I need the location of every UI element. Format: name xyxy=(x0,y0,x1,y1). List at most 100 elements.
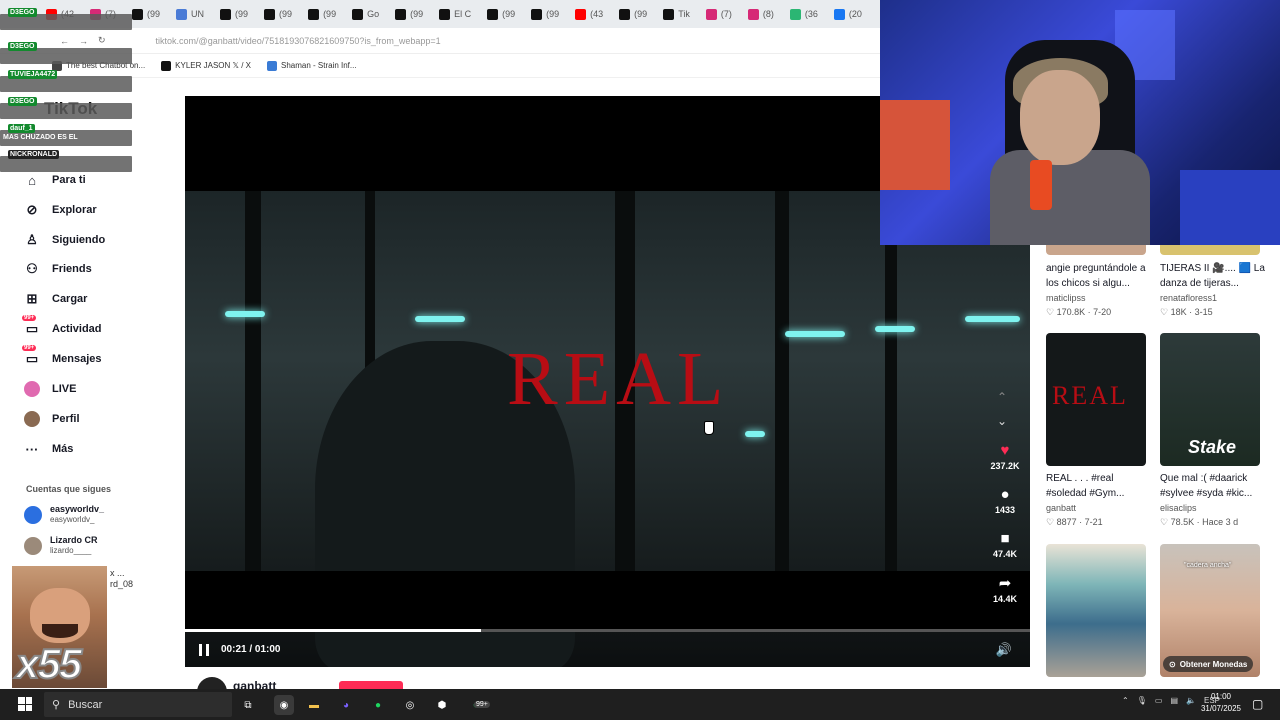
reload-icon[interactable]: ↻ xyxy=(98,35,106,46)
browser-tab[interactable]: (99 xyxy=(258,4,298,24)
chat-text: MAS CHUZADO ES EL xyxy=(3,134,78,141)
chevron-down-icon[interactable]: ⌄ xyxy=(997,414,1007,428)
sidebar-item-más[interactable]: ··· Más xyxy=(24,439,174,459)
following-icon: ♙ xyxy=(26,232,38,247)
sidebar-item-siguiendo[interactable]: ♙ Siguiendo xyxy=(24,230,174,250)
tab-favicon-icon xyxy=(531,8,543,20)
browser-tab[interactable]: (99 xyxy=(302,4,342,24)
browser-tab[interactable]: (7) xyxy=(700,4,738,24)
chevron-up-icon[interactable]: ⌃ xyxy=(1122,696,1129,705)
truncated-line: rd_08 xyxy=(110,579,134,589)
shield-icon[interactable]: ⬢ xyxy=(432,695,452,715)
rec-author[interactable]: maticlipss xyxy=(1046,293,1086,303)
clock-time: 01:00 xyxy=(1210,692,1232,701)
tab-favicon-icon xyxy=(747,8,759,20)
taskbar-search[interactable]: ⚲ Buscar xyxy=(44,692,232,717)
action-count: 14.4K xyxy=(992,594,1018,604)
browser-tab[interactable]: Go xyxy=(346,4,385,24)
url-text[interactable]: tiktok.com/@ganbatt/video/75181930768216… xyxy=(156,36,441,46)
task-view-icon[interactable]: ⧉ xyxy=(238,695,258,715)
forward-icon[interactable]: → xyxy=(79,36,88,46)
tab-favicon-icon xyxy=(487,8,499,20)
account-name: Lizardo CR xyxy=(50,535,98,545)
browser-tab[interactable]: Tik xyxy=(657,4,696,24)
bookmark-label: Shaman - Strain Inf... xyxy=(280,61,357,70)
address-bar[interactable]: ← → ↻ tiktok.com/@ganbatt/video/75181930… xyxy=(0,28,880,54)
truncated-following: x ... rd_08 xyxy=(110,568,133,590)
rec-title[interactable]: Que mal :( #daarick #sylvee #syda #kic..… xyxy=(1160,471,1270,501)
notification-icon[interactable]: ▢ xyxy=(1252,697,1263,711)
camera-icon[interactable]: ▭ xyxy=(1155,696,1163,705)
sidebar-item-live[interactable]: LIVE xyxy=(24,379,174,399)
rec-stats: ♡ 78.5K · Hace 3 d xyxy=(1160,517,1239,527)
taskbar-clock[interactable]: 01:00 31/07/2025 xyxy=(1196,691,1246,715)
rec-title[interactable]: REAL . . . #real #soledad #Gym... xyxy=(1046,471,1156,501)
truncated-line: x ... xyxy=(110,568,125,578)
rec-title[interactable]: angie preguntándole a los chicos si algu… xyxy=(1046,261,1156,291)
browser-tab[interactable]: (36 xyxy=(784,4,824,24)
browser-tab[interactable]: (8) xyxy=(742,4,780,24)
pause-icon[interactable] xyxy=(199,643,209,656)
rec-author[interactable]: elisaclips xyxy=(1160,503,1197,513)
browser-tab[interactable]: (20 xyxy=(828,4,868,24)
heart-button[interactable]: ♥ 237.2K xyxy=(985,442,1025,471)
followed-account[interactable]: easyworldv_ easyworldv_ xyxy=(24,504,104,525)
get-coins-button[interactable]: ⊙ Obtener Monedas xyxy=(1163,656,1254,672)
rec-title[interactable]: TIJERAS II 🎥.... 🟦 La danza de tijeras..… xyxy=(1160,261,1270,291)
chevron-up-icon[interactable]: ⌃ xyxy=(997,390,1007,404)
back-icon[interactable]: ← xyxy=(60,36,69,46)
browser-tab[interactable]: (99 xyxy=(481,4,521,24)
sidebar-item-explorar[interactable]: ⊘ Explorar xyxy=(24,200,174,220)
discord-icon[interactable]: ◕ xyxy=(336,695,356,715)
mic-icon[interactable]: 🎙 xyxy=(1137,696,1147,705)
network-icon[interactable]: ▤ xyxy=(1170,696,1178,705)
tab-favicon-icon xyxy=(439,8,451,20)
rec-thumbnail[interactable] xyxy=(1046,544,1146,677)
comment-button[interactable]: ● 1433 xyxy=(985,486,1025,515)
sidebar-item-cargar[interactable]: ⊞ Cargar xyxy=(24,289,174,309)
sidebar-item-perfil[interactable]: Perfil xyxy=(24,409,174,429)
account-name: easyworldv_ xyxy=(50,504,105,514)
bookmark-button[interactable]: ■ 47.4K xyxy=(985,530,1025,559)
browser-tab[interactable]: El C xyxy=(433,4,477,24)
file-explorer-icon[interactable]: ▬ xyxy=(304,695,324,715)
get-coins-label: Obtener Monedas xyxy=(1179,659,1248,669)
volume-icon[interactable]: 🔈 xyxy=(1186,696,1196,705)
obs-icon[interactable]: ◎ xyxy=(400,695,420,715)
streamer-webcam xyxy=(880,0,1280,245)
volume-icon[interactable]: 🔊 xyxy=(996,642,1012,658)
sidebar-item-label: Perfil xyxy=(52,413,80,425)
browser-tab[interactable]: (99 xyxy=(126,4,166,24)
browser-tab[interactable]: (99 xyxy=(214,4,254,24)
tab-label: (36 xyxy=(804,9,818,19)
tab-favicon-icon xyxy=(352,8,364,20)
action-count: 47.4K xyxy=(992,549,1018,559)
rec-stats: ♡ 18K · 3-15 xyxy=(1160,307,1213,317)
bookmark-item[interactable]: KYLER JASON 𝕏 / X xyxy=(161,60,251,71)
bookmark-item[interactable]: Shaman - Strain Inf... xyxy=(266,60,357,71)
browser-tab[interactable]: (99 xyxy=(389,4,429,24)
chrome-icon[interactable]: ◉ xyxy=(274,695,294,715)
browser-tab[interactable]: (43 xyxy=(569,4,609,24)
rec-author[interactable]: ganbatt xyxy=(1046,503,1076,513)
followed-account[interactable]: Lizardo CR lizardo____ xyxy=(24,535,98,556)
windows-start-icon[interactable] xyxy=(18,697,32,711)
tab-label: (99 xyxy=(147,9,161,19)
thumb-caption: "cadera ancha" xyxy=(1184,562,1232,569)
browser-tab[interactable]: (99 xyxy=(525,4,565,24)
spotify-icon[interactable]: ● xyxy=(368,695,388,715)
sidebar-item-mensajes[interactable]: 99+ ▭ Mensajes xyxy=(22,345,174,369)
video-time: 00:21 / 01:00 xyxy=(221,644,281,655)
browser-tab[interactable]: (99 xyxy=(613,4,653,24)
rec-author[interactable]: renatafloress1 xyxy=(1160,293,1217,303)
search-placeholder: Buscar xyxy=(68,698,103,711)
sidebar-item-para-ti[interactable]: ⌂ Para ti xyxy=(24,170,174,190)
rec-thumbnail[interactable]: Stake xyxy=(1160,333,1260,466)
sidebar-item-label: Actividad xyxy=(52,323,102,335)
share-button[interactable]: ➦ 14.4K xyxy=(985,574,1025,604)
browser-tab[interactable]: UN xyxy=(170,4,210,24)
sidebar-item-friends[interactable]: ⚇ Friends xyxy=(24,259,174,279)
rec-thumbnail[interactable]: REAL xyxy=(1046,333,1146,466)
tab-label: UN xyxy=(191,9,205,19)
sidebar-item-actividad[interactable]: 99+ ▭ Actividad xyxy=(22,315,174,339)
